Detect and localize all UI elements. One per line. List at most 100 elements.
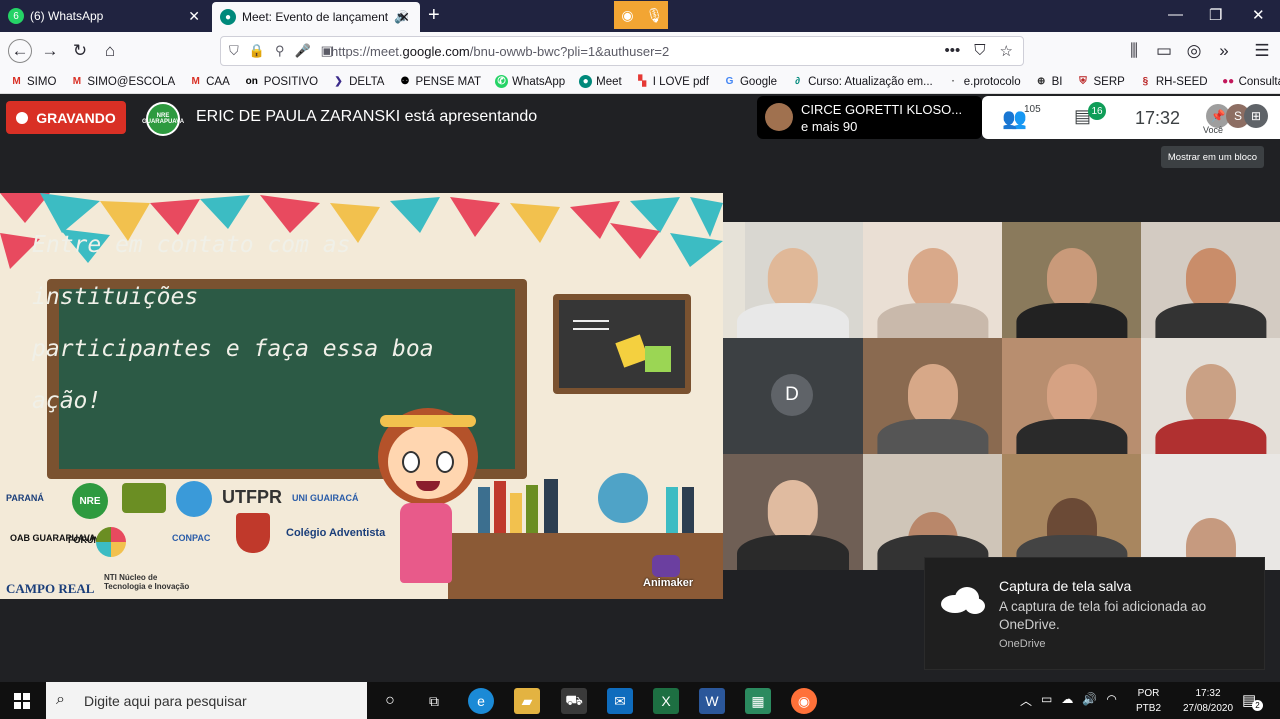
taskbar-search-box[interactable]: ⌕ Digite aqui para pesquisar [46,682,367,719]
edge-icon[interactable]: e [468,688,494,714]
close-icon[interactable]: ✕ [188,8,200,25]
bookmark-positivo[interactable]: on POSITIVO [244,75,318,88]
bookmark-simo[interactable]: M SIMO [10,75,56,88]
windows-start-icon[interactable] [14,693,30,709]
video-tile[interactable] [1002,338,1141,454]
overflow-icon[interactable]: » [1212,39,1236,63]
tab-whatsapp[interactable]: 6 (6) WhatsApp ✕ [0,0,210,32]
video-tile[interactable] [863,454,1002,570]
onedrive-toast[interactable]: Captura de tela salva A captura de tela … [924,557,1265,670]
microphone-icon[interactable]: 🎤 [294,43,310,59]
bookmark-consulta[interactable]: ●●Consulta Esc. [1222,75,1280,88]
pocket-icon[interactable]: ⛉ [974,42,985,60]
lock-icon[interactable]: 🔒 [249,43,265,59]
permissions-icon[interactable]: ⚲ [275,43,285,59]
url-bar[interactable]: ⛉ 🔒 ⚲ 🎤 ▣ https://meet. google.com/bnu-ow… [220,36,1024,66]
logo-nre: NRE [72,483,108,519]
logo-mascot [176,481,212,517]
minimize-icon[interactable]: — [1168,6,1183,23]
tile-layout-icon[interactable]: ⊞ [1244,104,1268,128]
more-actions-icon[interactable]: ••• [945,42,961,60]
consulta-icon: ●● [1222,76,1235,87]
bookmark-simo-escola[interactable]: M SIMO@ESCOLA [70,75,175,88]
ilovepdf-icon: ▚ [638,76,647,87]
video-tile[interactable] [723,454,863,570]
word-icon[interactable]: W [699,688,725,714]
meeting-clock: 17:32 [1135,108,1181,128]
bookmark-pense-mat[interactable]: ⚉ PENSE MAT [398,75,481,88]
bookmark-whatsapp[interactable]: ✆ WhatsApp [495,75,565,88]
bookmark-serp[interactable]: ⛨ SERP [1077,75,1125,88]
url-path: /bnu-owwb-bwc?pli=1&authuser=2 [469,43,670,59]
onedrive-icon[interactable]: ☁ [1061,692,1073,709]
bookmark-star-icon[interactable]: ☆ [1000,42,1013,60]
mail-icon[interactable]: ✉ [607,688,633,714]
video-tile[interactable] [1141,222,1280,338]
volume-icon[interactable]: 🔊 [1082,692,1097,709]
taskbar-clock[interactable]: 17:32 27/08/2020 [1178,686,1238,716]
bookmark-eprotocolo[interactable]: · e.protocolo [947,75,1021,88]
language-indicator[interactable]: POR PTB2 [1136,686,1161,716]
screen-share-icon[interactable]: ▣ [321,43,333,59]
video-tile[interactable] [1141,454,1280,570]
bookmark-meet[interactable]: ● Meet [579,75,622,88]
close-window-icon[interactable]: ✕ [1252,6,1265,24]
bookmark-rh-seed[interactable]: § RH-SEED [1139,75,1208,88]
tab-meet[interactable]: ● Meet: Evento de lançament 🔊 ✕ [212,2,420,32]
bookmark-caa[interactable]: M CAA [189,75,229,88]
globe-icon: ⊕ [1036,76,1046,87]
video-tile[interactable]: D [723,338,863,454]
close-icon[interactable]: ✕ [398,9,410,26]
shield-icon[interactable]: ⛉ [229,43,239,59]
battery-icon[interactable]: ▭ [1041,692,1052,709]
firefox-icon[interactable]: ◉ [791,688,817,714]
store-icon[interactable]: ⛟ [561,688,587,714]
sidebar-icon[interactable]: ▭ [1152,39,1176,63]
bookmark-bi[interactable]: ⊕ BI [1035,75,1063,88]
serp-icon: ⛨ [1079,76,1087,87]
maximize-icon[interactable]: ❐ [1209,6,1222,24]
bookmark-curso[interactable]: ∂ Curso: Atualização em... [791,75,933,88]
sharing-indicator[interactable]: ◉ 🎙 [614,1,668,29]
recording-badge: GRAVANDO [6,101,126,134]
toast-body: A captura de tela foi adicionada ao OneD… [999,599,1207,632]
video-tile[interactable] [1141,338,1280,454]
sticky-note [645,346,671,372]
notification-badge: 2 [1252,700,1263,711]
account-icon[interactable]: ◎ [1182,39,1206,63]
participant-spotlight[interactable]: CIRCE GORETTI KLOSO... e mais 90 [757,96,982,139]
you-label: Você [1203,125,1224,135]
logo-campo-real: CAMPO REAL [6,581,95,596]
rh-seed-icon: § [1142,76,1149,87]
app-icon[interactable]: ▦ [745,688,771,714]
menu-icon[interactable]: ☰ [1250,39,1274,63]
logo-colorful [96,527,126,557]
logo-adventista: Colégio Adventista [286,527,386,539]
new-tab-button[interactable]: + [428,4,440,27]
library-icon[interactable]: ⫼ [1122,39,1146,63]
url-prefix: https://meet. [331,43,403,59]
video-tile[interactable] [863,222,1002,338]
reload-icon[interactable]: ↻ [68,39,92,63]
home-icon[interactable]: ⌂ [98,39,122,63]
video-tile[interactable] [723,222,863,338]
bookmark-ilovepdf[interactable]: ▚ I LOVE pdf [636,75,709,88]
file-explorer-icon[interactable]: ▰ [514,688,540,714]
presentation-slide: Entre em contato com as instituições par… [0,193,723,599]
whatsapp-icon: 6 [8,8,24,24]
cortana-icon[interactable]: ○ [377,688,403,714]
back-icon[interactable]: ← [8,39,32,63]
bookmark-delta[interactable]: ❯ DELTA [332,75,384,88]
tab-title: Meet: Evento de lançament [242,10,389,24]
forward-icon[interactable]: → [38,39,62,63]
excel-icon[interactable]: X [653,688,679,714]
video-tile[interactable] [863,338,1002,454]
task-view-icon[interactable]: ⧉ [421,688,447,714]
video-tile[interactable] [1002,454,1141,570]
chevron-up-icon[interactable]: ︿ [1020,692,1032,709]
toast-source: OneDrive [999,638,1046,650]
whatsapp-icon: ✆ [495,75,509,88]
bookmark-google[interactable]: G Google [723,75,777,88]
video-tile[interactable] [1002,222,1141,338]
wifi-icon[interactable]: ◠ [1106,692,1116,709]
